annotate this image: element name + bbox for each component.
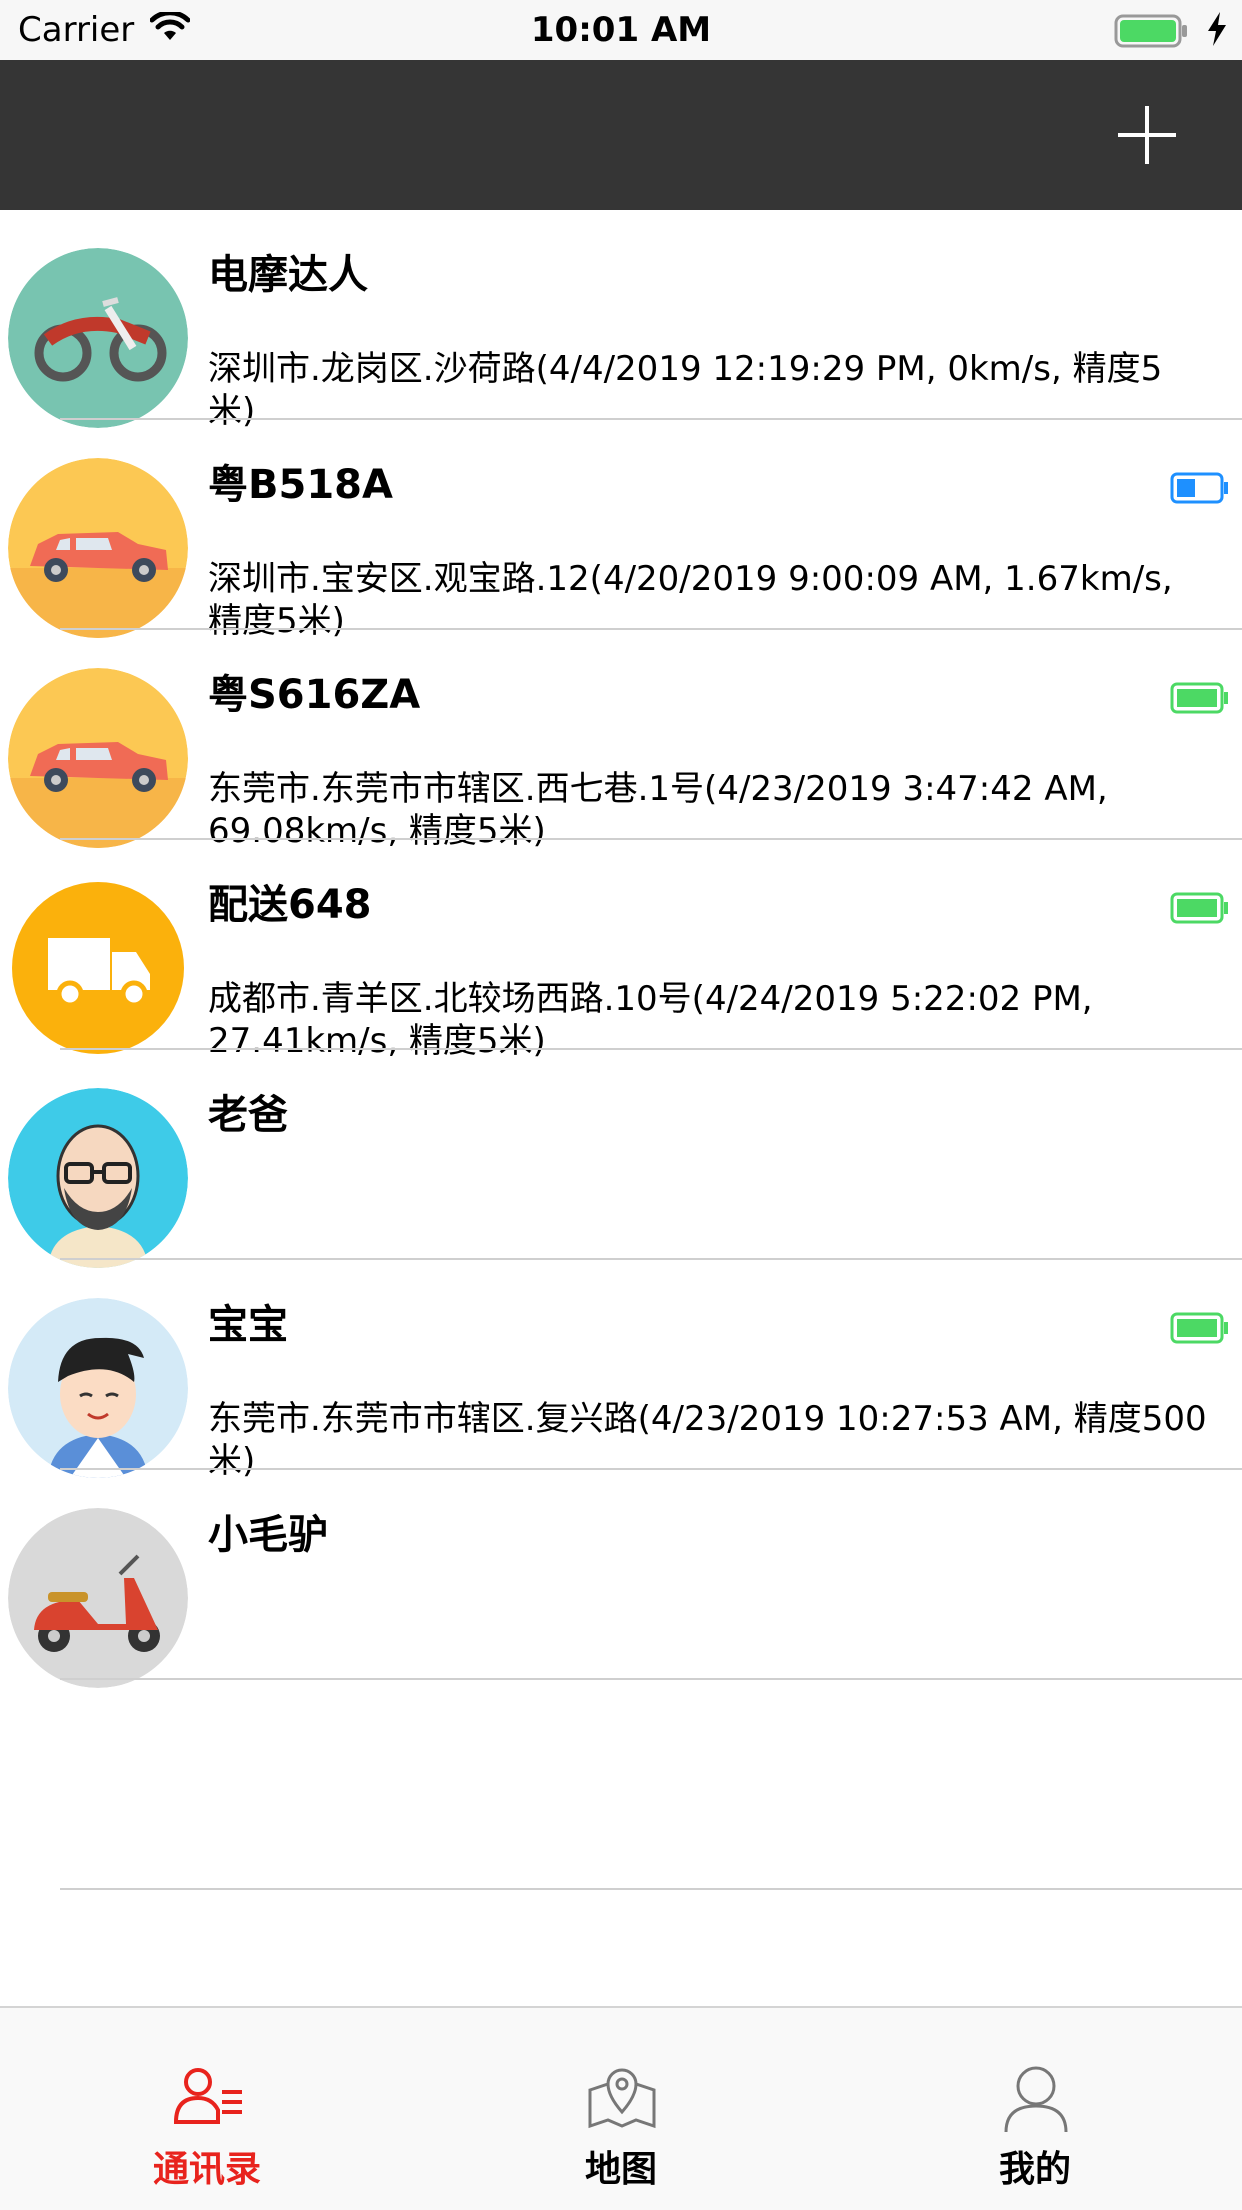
contacts-icon: [173, 2068, 242, 2124]
car-avatar-icon: [8, 668, 188, 848]
tab-label: 我的: [998, 2149, 1071, 2190]
status-bar: Carrier 10:01 AM: [0, 0, 1242, 60]
contact-row[interactable]: 粤S616ZA 东莞市.东莞市市辖区.西七巷.1号(4/23/2019 3:47…: [0, 630, 1242, 851]
contact-row[interactable]: 老爸: [0, 1050, 1242, 1268]
add-button[interactable]: [1108, 96, 1186, 174]
tab-label: 通讯录: [152, 2149, 261, 2190]
empty-row: [0, 1680, 1242, 1890]
tab-map[interactable]: 地图: [414, 2008, 828, 2210]
profile-icon: [1004, 2066, 1068, 2132]
tab-bar: 通讯录 地图 我的: [0, 2006, 1242, 2210]
scooter-avatar-icon: [8, 1508, 188, 1688]
charging-bolt-icon: [1206, 12, 1228, 50]
contact-name: 小毛驴: [208, 1512, 328, 1558]
contact-name: 宝宝: [208, 1302, 288, 1348]
battery-level-icon: [1170, 682, 1230, 714]
contact-name: 粤S616ZA: [208, 672, 421, 718]
contact-row[interactable]: 小毛驴: [0, 1470, 1242, 1688]
motorcycle-avatar-icon: [8, 248, 188, 428]
status-time: 10:01 AM: [530, 10, 712, 50]
battery-level-icon: [1170, 892, 1230, 924]
plus-icon: [1118, 106, 1176, 164]
contact-row[interactable]: 宝宝 东莞市.东莞市市辖区.复兴路(4/23/2019 10:27:53 AM,…: [0, 1260, 1242, 1481]
row-divider: [60, 1888, 1242, 1890]
contact-row[interactable]: 粤B518A 深圳市.宝安区.观宝路.12(4/20/2019 9:00:09 …: [0, 420, 1242, 641]
truck-avatar-icon: [8, 878, 188, 1058]
map-icon: [588, 2068, 656, 2129]
contact-row[interactable]: 配送648 成都市.青羊区.北较场西路.10号(4/24/2019 5:22:0…: [0, 840, 1242, 1061]
contact-name: 电摩达人: [208, 252, 368, 298]
battery-status-icon: [1114, 14, 1190, 52]
car-avatar-icon: [8, 458, 188, 638]
contact-name: 粤B518A: [208, 462, 393, 508]
tab-profile[interactable]: 我的: [828, 2008, 1242, 2210]
contact-name: 老爸: [208, 1092, 288, 1138]
nav-bar: [0, 60, 1242, 210]
kid-avatar-icon: [8, 1298, 188, 1478]
dad-avatar-icon: [8, 1088, 188, 1268]
tab-label: 地图: [584, 2149, 657, 2190]
battery-level-icon: [1170, 1312, 1230, 1344]
contact-list: 电摩达人 深圳市.龙岗区.沙荷路(4/4/2019 12:19:29 PM, 0…: [0, 210, 1242, 1890]
contact-name: 配送648: [208, 882, 372, 928]
tab-contacts[interactable]: 通讯录: [0, 2008, 414, 2210]
battery-level-icon: [1170, 472, 1230, 504]
contact-row[interactable]: 电摩达人 深圳市.龙岗区.沙荷路(4/4/2019 12:19:29 PM, 0…: [0, 210, 1242, 431]
